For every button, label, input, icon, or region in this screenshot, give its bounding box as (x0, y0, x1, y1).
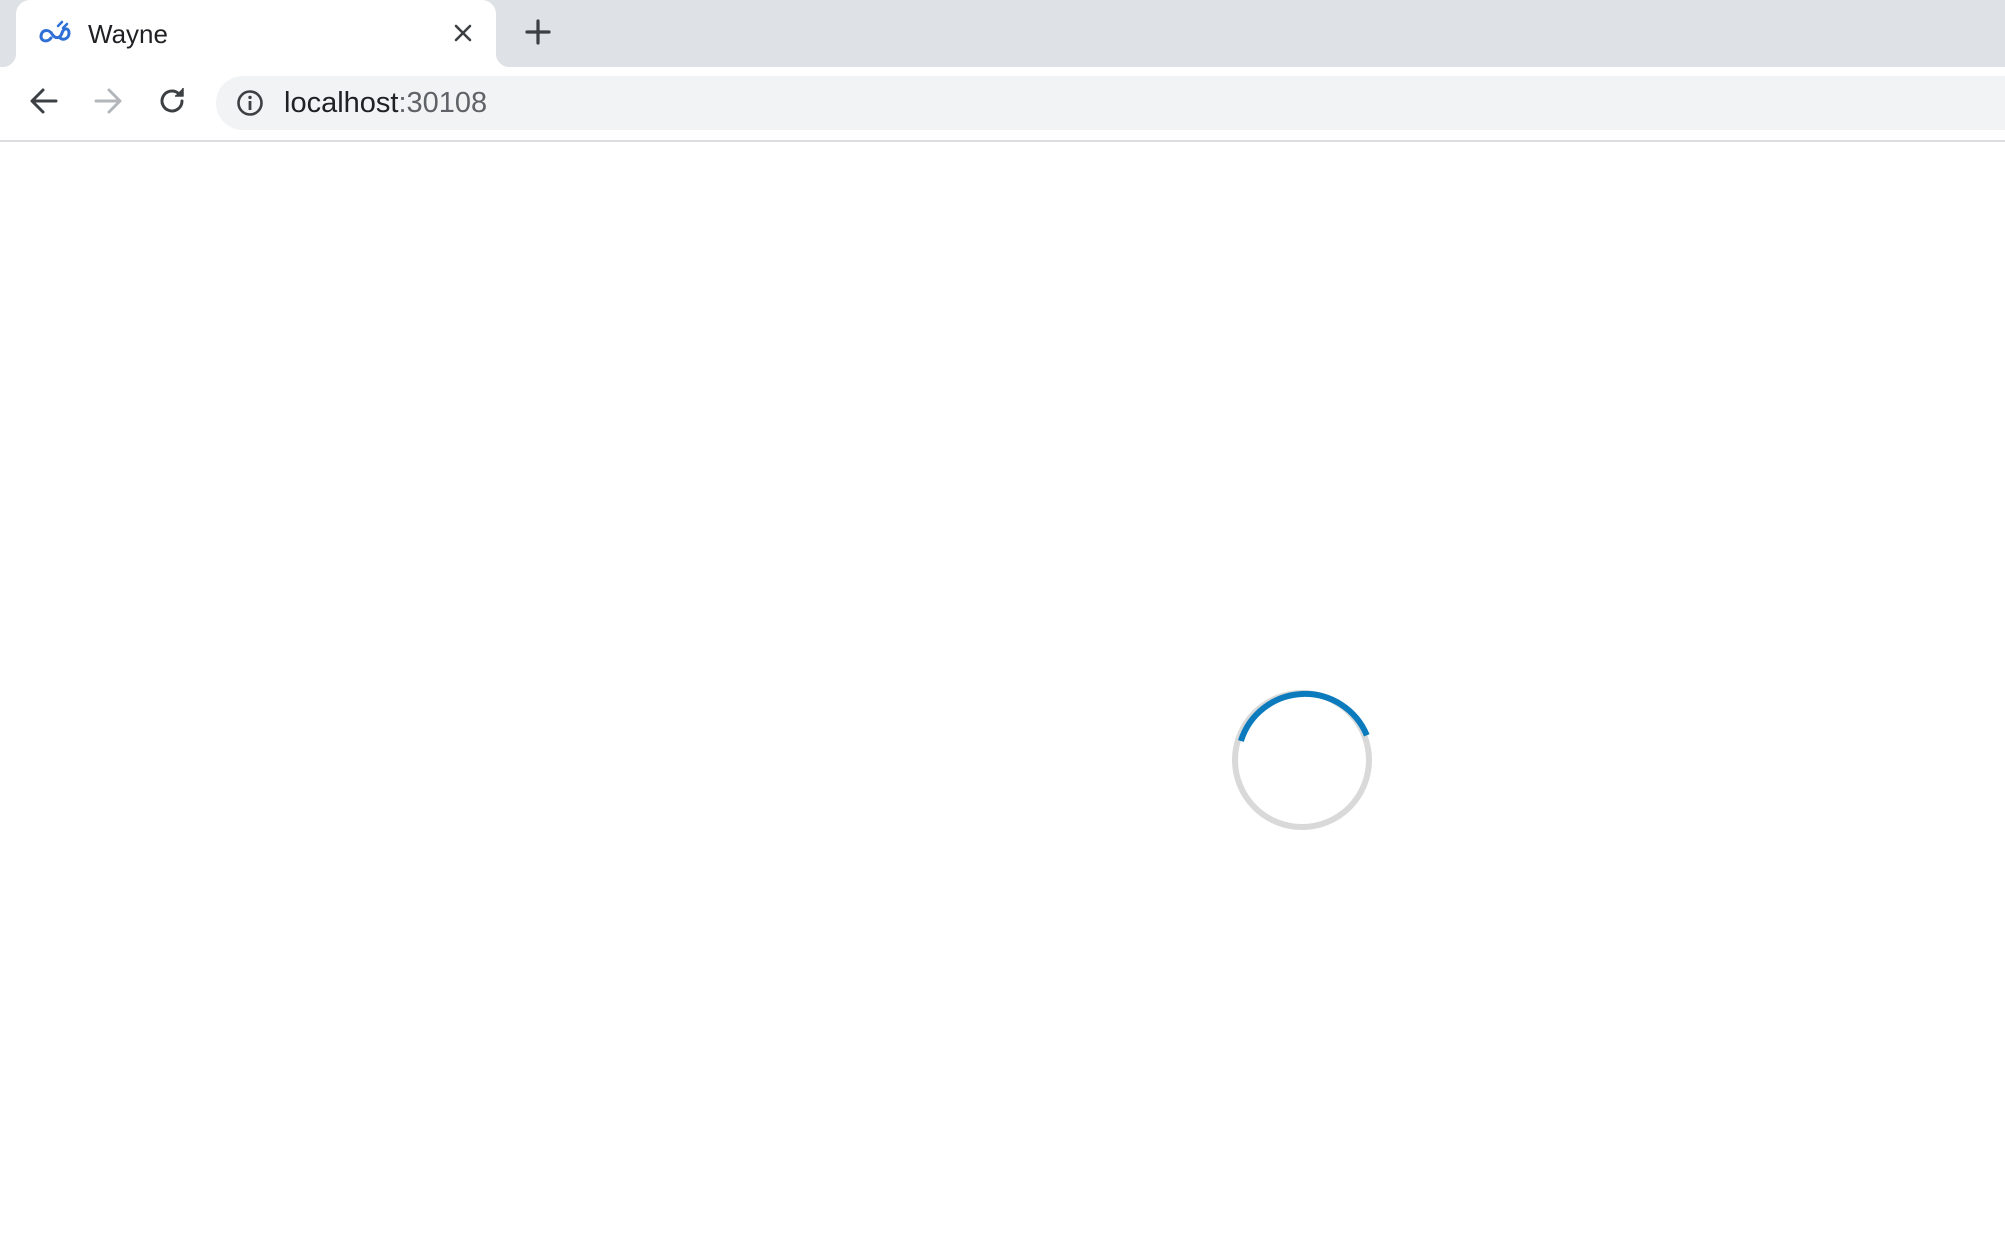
wayne-logo-icon (38, 20, 72, 46)
tab-active[interactable]: Wayne (2, 0, 510, 67)
page-content (0, 142, 2005, 1252)
back-button[interactable] (24, 83, 64, 123)
forward-button[interactable] (88, 83, 128, 123)
browser-toolbar: localhost:30108 (0, 67, 2005, 142)
address-bar[interactable]: localhost:30108 (216, 76, 2005, 130)
tab-strip: Wayne (0, 0, 2005, 67)
close-icon[interactable] (448, 18, 478, 48)
reload-icon (156, 85, 188, 122)
info-icon[interactable] (236, 89, 264, 117)
new-tab-button[interactable] (520, 16, 556, 52)
arrow-right-icon (92, 85, 124, 122)
url-port: :30108 (398, 87, 488, 119)
loading-spinner-icon (1232, 690, 1372, 830)
arrow-left-icon (28, 85, 60, 122)
plus-icon (524, 18, 552, 51)
browser-window: Wayne localhost:30108 (0, 0, 2005, 1252)
reload-button[interactable] (152, 83, 192, 123)
url-text: localhost:30108 (284, 87, 487, 119)
url-host: localhost (284, 87, 399, 119)
tab-title: Wayne (88, 19, 168, 49)
